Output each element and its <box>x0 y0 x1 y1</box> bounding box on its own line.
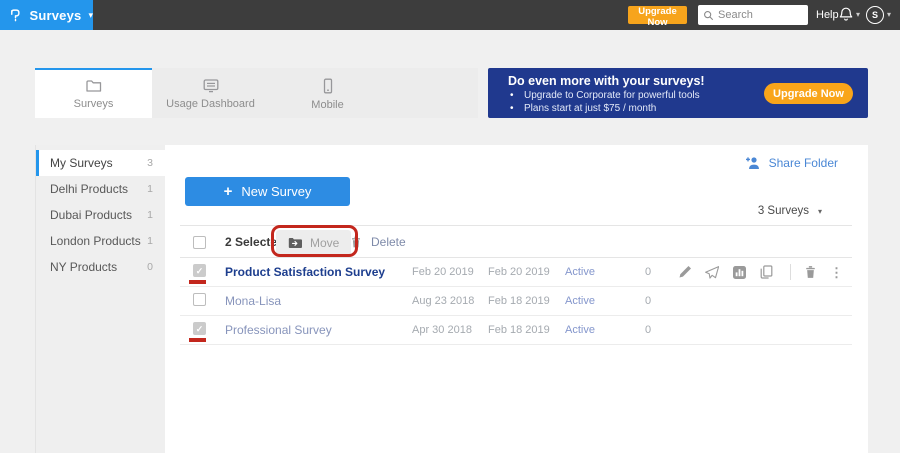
responses-count: 0 <box>645 324 651 336</box>
app-menu[interactable]: Surveys ▾ <box>0 0 93 30</box>
notifications-caret-icon[interactable]: ▾ <box>856 10 860 19</box>
sidebar-item-ny-products[interactable]: NY Products 0 <box>36 254 165 280</box>
status-label: Active <box>565 324 595 336</box>
created-date: Aug 23 2018 <box>412 295 474 307</box>
share-folder-link[interactable]: Share Folder <box>745 156 838 170</box>
plus-icon: + <box>224 183 233 200</box>
row-2-checkbox[interactable] <box>193 293 206 306</box>
divider <box>790 264 791 280</box>
share-folder-label: Share Folder <box>769 156 838 170</box>
table-row-mona-lisa: Mona-Lisa Aug 23 2018 Feb 18 2019 Active… <box>180 287 852 316</box>
trash-icon <box>350 235 362 249</box>
banner-bullet-2: Plans start at just $75 / month <box>524 103 656 114</box>
search-icon <box>703 10 714 21</box>
move-folder-icon <box>288 237 302 248</box>
sidebar-item-delhi-products[interactable]: Delhi Products 1 <box>36 176 165 202</box>
status-label: Active <box>565 266 595 278</box>
chevron-down-icon: ▾ <box>818 207 822 216</box>
responses-count: 0 <box>645 266 651 278</box>
app-menu-label: Surveys <box>29 8 81 23</box>
dashboard-icon <box>202 78 220 93</box>
surveys-count-dropdown[interactable]: 3 Surveys ▾ <box>758 205 822 217</box>
survey-title-link[interactable]: Professional Survey <box>225 323 332 337</box>
send-plane-icon[interactable] <box>705 266 719 279</box>
tab-usage-dashboard[interactable]: Usage Dashboard <box>152 68 269 118</box>
sidebar-item-dubai-products[interactable]: Dubai Products 1 <box>36 202 165 228</box>
user-avatar[interactable]: S <box>866 6 884 24</box>
new-survey-button[interactable]: + New Survey <box>185 177 350 206</box>
sidebar-item-my-surveys[interactable]: My Surveys 3 <box>36 150 165 176</box>
surveys-count-label: 3 Surveys <box>758 205 809 217</box>
upgrade-now-button[interactable]: Upgrade Now <box>628 6 687 24</box>
folder-label: Dubai Products <box>50 208 132 222</box>
move-label: Move <box>310 236 339 250</box>
promo-banner: Do even more with your surveys! Upgrade … <box>488 68 868 118</box>
delete-trash-icon[interactable] <box>803 265 817 279</box>
folder-label: London Products <box>50 234 141 248</box>
survey-title-link[interactable]: Product Satisfaction Survey <box>225 265 385 279</box>
mobile-phone-icon <box>319 78 337 94</box>
reports-chart-icon[interactable] <box>732 266 746 279</box>
surveys-panel: Share Folder + New Survey 3 Surveys ▾ 2 … <box>165 145 868 453</box>
help-link[interactable]: Help <box>816 9 839 21</box>
app-window: Surveys ▾ Upgrade Now Help ▾ S ▾ S <box>0 0 900 453</box>
share-folder-icon <box>745 156 761 170</box>
folder-count: 1 <box>147 209 153 221</box>
proprofs-logo-icon <box>9 6 21 24</box>
new-survey-label: New Survey <box>241 184 311 199</box>
delete-button[interactable]: Delete <box>350 226 406 257</box>
tab-surveys[interactable]: Surveys <box>35 68 152 118</box>
banner-bullet-1: Upgrade to Corporate for powerful tools <box>524 90 700 101</box>
move-button[interactable]: Move <box>276 230 351 255</box>
topbar: Surveys ▾ Upgrade Now Help ▾ S ▾ <box>0 0 900 30</box>
row-3-checkbox[interactable]: ✓ <box>193 322 206 335</box>
banner-upgrade-button[interactable]: Upgrade Now <box>764 83 853 104</box>
status-label: Active <box>565 295 595 307</box>
search-box[interactable] <box>698 5 808 25</box>
edit-pencil-icon[interactable] <box>678 265 692 279</box>
folder-icon <box>85 78 103 93</box>
tab-surveys-label: Surveys <box>74 98 114 110</box>
tab-mobile[interactable]: Mobile <box>269 68 386 118</box>
delete-label: Delete <box>371 235 406 249</box>
account-caret-icon[interactable]: ▾ <box>887 10 891 19</box>
copy-icon[interactable] <box>759 265 773 279</box>
table-row-product-satisfaction-survey: ✓ Product Satisfaction Survey Feb 20 201… <box>180 258 852 287</box>
row-actions: ⋮ <box>678 258 843 286</box>
more-options-icon[interactable]: ⋮ <box>830 266 843 279</box>
folder-count: 1 <box>147 235 153 247</box>
chevron-down-icon: ▾ <box>88 10 93 21</box>
survey-title-link[interactable]: Mona-Lisa <box>225 294 281 308</box>
surveys-table: 2 Selected Move Delete <box>180 225 852 345</box>
modified-date: Feb 20 2019 <box>488 266 550 278</box>
created-date: Feb 20 2019 <box>412 266 474 278</box>
tab-usage-dashboard-label: Usage Dashboard <box>166 98 255 110</box>
folder-label: NY Products <box>50 260 117 274</box>
folder-count: 3 <box>147 157 153 169</box>
folders-sidebar: My Surveys 3 Delhi Products 1 Dubai Prod… <box>35 145 165 453</box>
created-date: Apr 30 2018 <box>412 324 472 336</box>
search-input[interactable] <box>718 9 798 21</box>
sidebar-item-london-products[interactable]: London Products 1 <box>36 228 165 254</box>
table-row-professional-survey: ✓ Professional Survey Apr 30 2018 Feb 18… <box>180 316 852 345</box>
row-1-checkbox[interactable]: ✓ <box>193 264 206 277</box>
folder-label: My Surveys <box>50 156 113 170</box>
modified-date: Feb 18 2019 <box>488 324 550 336</box>
notifications-bell-icon[interactable] <box>838 6 854 28</box>
folder-label: Delhi Products <box>50 182 128 196</box>
banner-title: Do even more with your surveys! <box>508 74 705 88</box>
select-all-checkbox[interactable] <box>193 236 206 249</box>
folder-count: 1 <box>147 183 153 195</box>
folder-count: 0 <box>147 261 153 273</box>
selection-toolbar: 2 Selected Move Delete <box>180 225 852 258</box>
modified-date: Feb 18 2019 <box>488 295 550 307</box>
section-tabs: Surveys Usage Dashboard Mobile <box>35 68 478 118</box>
tab-mobile-label: Mobile <box>311 99 343 111</box>
responses-count: 0 <box>645 295 651 307</box>
